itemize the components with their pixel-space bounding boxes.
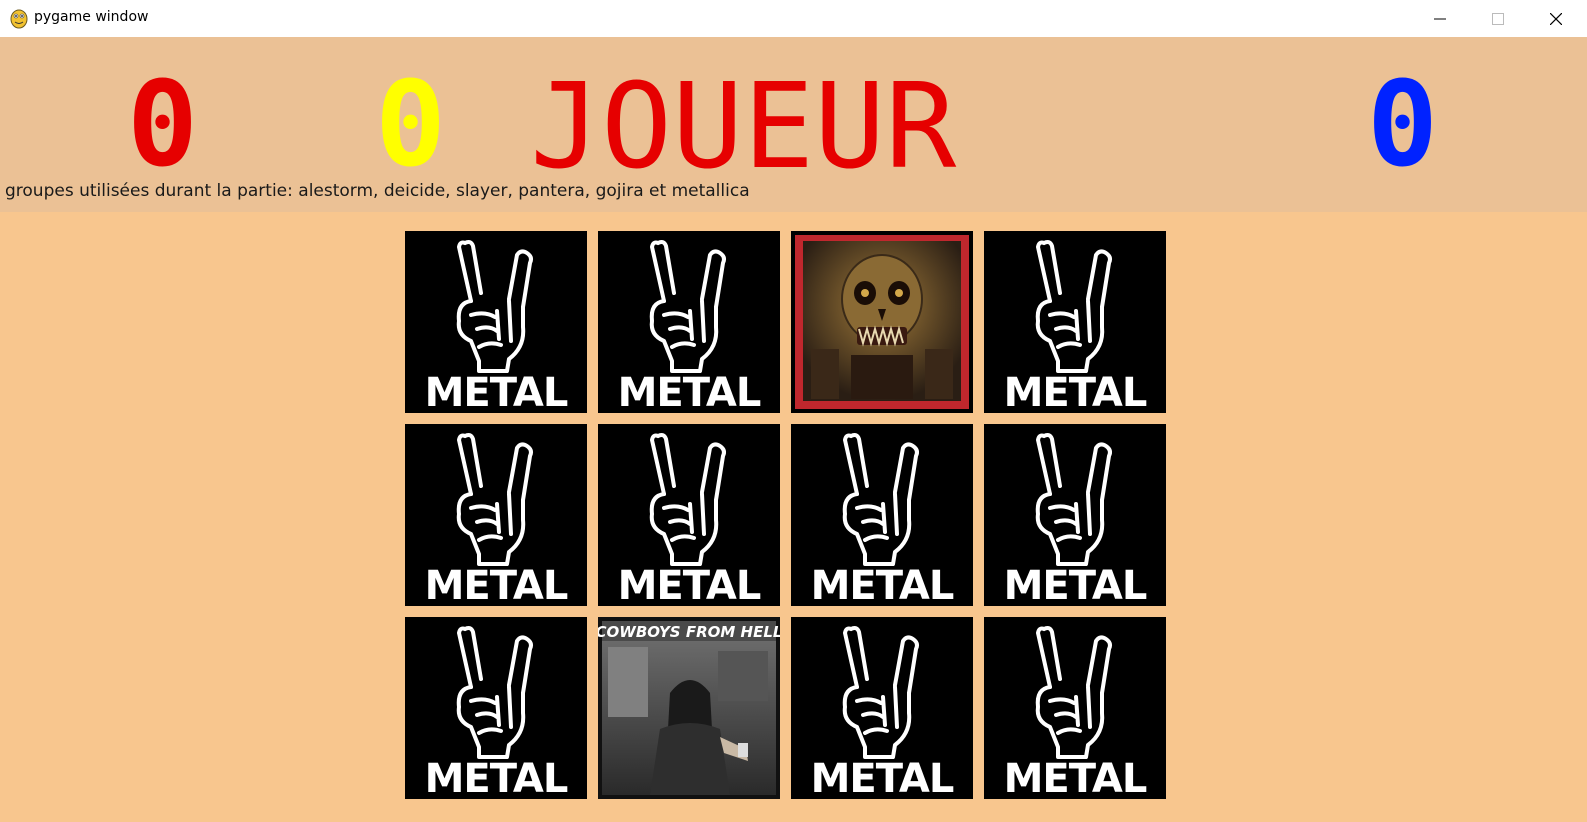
card-revealed-pantera[interactable]: COWBOYS FROM HELL [598, 617, 780, 799]
devil-horns-hand-icon: METAL [791, 617, 973, 799]
card-hidden[interactable]: METAL [791, 617, 973, 799]
card-back-label: METAL [618, 370, 761, 413]
card-back-label: METAL [811, 563, 954, 606]
maximize-icon [1492, 12, 1504, 25]
card-hidden[interactable]: METAL [405, 424, 587, 606]
card-hidden[interactable]: METAL [405, 617, 587, 799]
devil-horns-hand-icon: METAL [405, 231, 587, 413]
card-back-label: METAL [618, 563, 761, 606]
devil-horns-hand-icon: METAL [984, 424, 1166, 606]
devil-horns-hand-icon: METAL [598, 424, 780, 606]
devil-horns-hand-icon: METAL [984, 231, 1166, 413]
close-button[interactable] [1527, 0, 1585, 37]
score-header: 0 0 JOUEUR 0 groupes utilisées durant la… [0, 37, 1587, 212]
card-hidden[interactable]: METAL [598, 231, 780, 413]
devil-horns-hand-icon: METAL [405, 424, 587, 606]
score-red: 0 [127, 55, 199, 193]
card-back-label: METAL [425, 756, 568, 799]
pantera-album-art: COWBOYS FROM HELL [598, 617, 780, 799]
devil-horns-hand-icon: METAL [405, 617, 587, 799]
card-back-label: METAL [1004, 756, 1147, 799]
close-icon [1550, 12, 1562, 25]
devil-horns-hand-icon: METAL [598, 231, 780, 413]
minimize-button[interactable] [1411, 0, 1469, 37]
card-hidden[interactable]: METAL [984, 424, 1166, 606]
card-back-label: METAL [425, 563, 568, 606]
minimize-icon [1434, 18, 1446, 19]
card-back-label: METAL [1004, 370, 1147, 413]
devil-horns-hand-icon: METAL [791, 424, 973, 606]
card-revealed-slayer[interactable] [791, 231, 973, 413]
card-back-label: METAL [425, 370, 568, 413]
card-back-label: METAL [1004, 563, 1147, 606]
score-yellow: 0 [375, 55, 447, 193]
card-hidden[interactable]: METAL [984, 617, 1166, 799]
card-hidden[interactable]: METAL [598, 424, 780, 606]
window-title: pygame window [34, 9, 149, 25]
bands-info-text: groupes utilisées durant la partie: ales… [5, 181, 750, 201]
window-titlebar: pygame window [0, 0, 1587, 37]
slayer-album-art [791, 231, 973, 413]
maximize-button[interactable] [1469, 0, 1527, 37]
album-caption: COWBOYS FROM HELL [598, 623, 780, 641]
devil-horns-hand-icon: METAL [984, 617, 1166, 799]
card-back-label: METAL [811, 756, 954, 799]
card-hidden[interactable]: METAL [791, 424, 973, 606]
card-hidden[interactable]: METAL [405, 231, 587, 413]
score-blue: 0 [1367, 55, 1439, 193]
card-hidden[interactable]: METAL [984, 231, 1166, 413]
snake-icon [10, 9, 28, 29]
current-player-label: JOUEUR [530, 57, 957, 195]
